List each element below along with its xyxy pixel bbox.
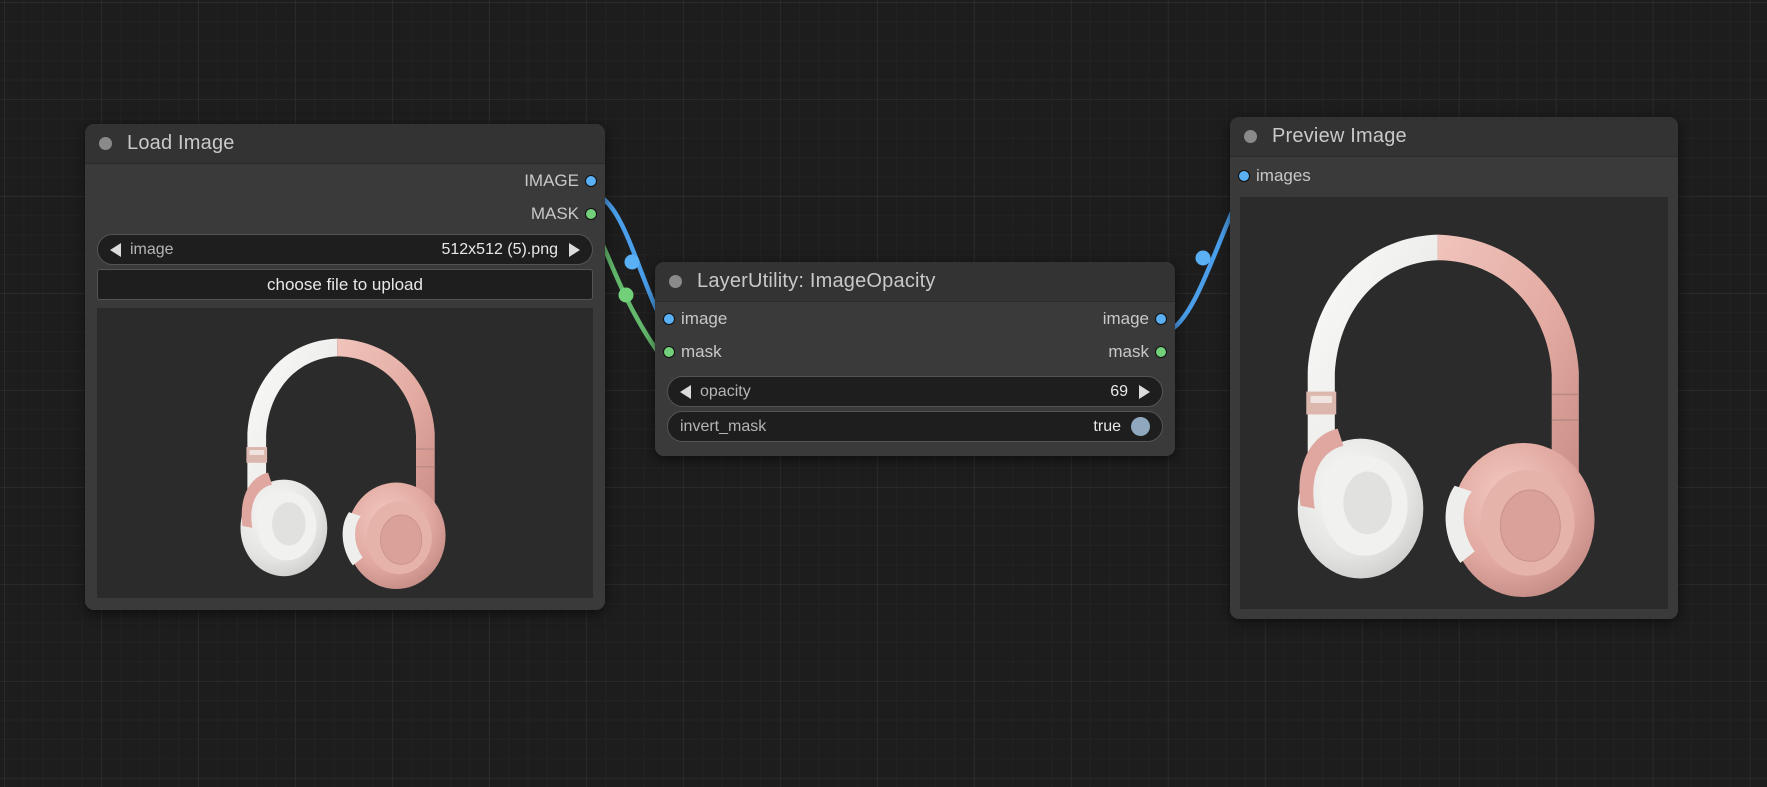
collapse-dot-icon[interactable] bbox=[99, 137, 112, 150]
node-title-bar[interactable]: Load Image bbox=[85, 124, 605, 164]
output-port-mask[interactable]: MASK bbox=[85, 197, 605, 230]
node-title-bar[interactable]: Preview Image bbox=[1230, 117, 1678, 157]
input-port-dot-mask[interactable] bbox=[663, 345, 675, 358]
output-port-image[interactable]: IMAGE bbox=[85, 164, 605, 197]
input-port-label: mask bbox=[681, 341, 722, 361]
node-body: images bbox=[1230, 157, 1678, 619]
output-port-dot-mask[interactable] bbox=[1155, 345, 1167, 358]
collapse-dot-icon[interactable] bbox=[669, 275, 682, 288]
node-title-bar[interactable]: LayerUtility: ImageOpacity bbox=[655, 262, 1175, 302]
headphones-image bbox=[1242, 197, 1666, 609]
widget-name-label: invert_mask bbox=[680, 417, 767, 435]
node-image-preview bbox=[97, 308, 593, 598]
choose-file-to-upload-button[interactable]: choose file to upload bbox=[97, 269, 593, 300]
link-midpoint-dot bbox=[624, 254, 640, 270]
output-port-dot-image[interactable] bbox=[585, 174, 597, 187]
node-graph-canvas[interactable]: Load Image IMAGE MASK image 512x512 (5).… bbox=[0, 0, 1767, 787]
node-layerutility-imageopacity[interactable]: LayerUtility: ImageOpacity image image m… bbox=[655, 262, 1175, 456]
toggle-knob-icon[interactable] bbox=[1131, 417, 1150, 436]
node-image-preview bbox=[1240, 197, 1668, 609]
widget-value-label: true bbox=[1093, 417, 1121, 435]
widget-name-label: opacity bbox=[700, 382, 751, 400]
opacity-number-widget[interactable]: opacity 69 bbox=[667, 376, 1163, 407]
collapse-dot-icon[interactable] bbox=[1244, 130, 1257, 143]
widget-name-label: image bbox=[130, 240, 174, 258]
node-title-label: LayerUtility: ImageOpacity bbox=[697, 270, 936, 292]
output-port-dot-mask[interactable] bbox=[585, 207, 597, 220]
node-body: IMAGE MASK image 512x512 (5).png choose … bbox=[85, 164, 605, 610]
port-row-image[interactable]: image image bbox=[655, 302, 1175, 335]
input-port-dot-image[interactable] bbox=[663, 312, 675, 325]
output-port-dot-image[interactable] bbox=[1155, 312, 1167, 325]
invert-mask-toggle-widget[interactable]: invert_mask true bbox=[667, 411, 1163, 442]
decrement-arrow-icon[interactable] bbox=[680, 384, 691, 399]
output-port-label: mask bbox=[1108, 341, 1149, 361]
input-port-images[interactable]: images bbox=[1230, 157, 1678, 195]
link-midpoint-dot bbox=[618, 287, 634, 303]
output-port-label: image bbox=[1102, 308, 1149, 328]
headphones-image bbox=[151, 308, 539, 598]
output-port-label: IMAGE bbox=[524, 170, 579, 190]
input-port-label: images bbox=[1256, 166, 1311, 185]
node-preview-image[interactable]: Preview Image images bbox=[1230, 117, 1678, 619]
increment-arrow-icon[interactable] bbox=[1139, 384, 1150, 399]
prev-arrow-icon[interactable] bbox=[110, 242, 121, 257]
node-load-image[interactable]: Load Image IMAGE MASK image 512x512 (5).… bbox=[85, 124, 605, 610]
input-port-label: image bbox=[681, 308, 728, 328]
input-port-dot-images[interactable] bbox=[1238, 170, 1250, 182]
upload-button-label: choose file to upload bbox=[267, 274, 423, 294]
widget-value-label: 69 bbox=[1110, 382, 1128, 400]
output-port-label: MASK bbox=[530, 203, 579, 223]
port-row-mask[interactable]: mask mask bbox=[655, 335, 1175, 368]
widget-value-label: 512x512 (5).png bbox=[441, 240, 558, 258]
next-arrow-icon[interactable] bbox=[569, 242, 580, 257]
image-combo-widget[interactable]: image 512x512 (5).png bbox=[97, 234, 593, 265]
node-title-label: Load Image bbox=[127, 132, 235, 154]
node-body: image image mask mask opacity 69 invert_… bbox=[655, 302, 1175, 456]
link-midpoint-dot bbox=[1195, 250, 1211, 266]
node-title-label: Preview Image bbox=[1272, 125, 1407, 147]
